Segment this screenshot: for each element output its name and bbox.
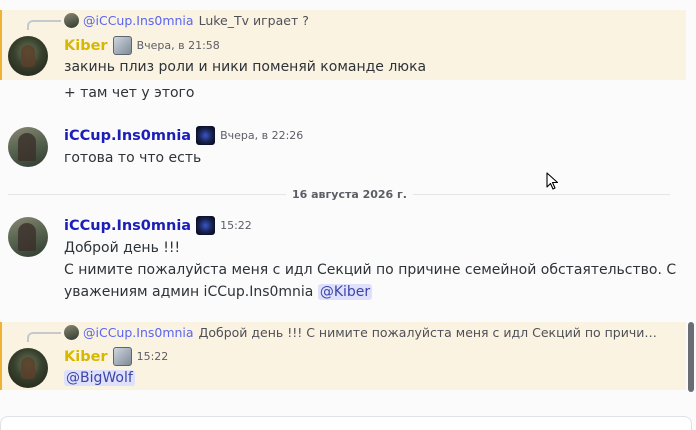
reply-preview[interactable]: @iCCup.Ins0mnia Доброй день !!! С нимите… <box>64 325 664 340</box>
message-header: iCCup.Ins0mnia Вчера, в 22:26 <box>64 126 303 145</box>
avatar-iccup[interactable] <box>8 217 48 257</box>
role-badge-icon <box>112 347 132 366</box>
reply-author-avatar <box>64 325 79 340</box>
reply-connector <box>27 332 61 342</box>
message-text-line-2: С нимите пожалуйста меня с идл Секций по… <box>64 262 677 278</box>
message-header: iCCup.Ins0mnia 15:22 <box>64 216 252 235</box>
scrollbar-thumb[interactable] <box>688 322 694 392</box>
message-iccup-1[interactable]: iCCup.Ins0mnia Вчера, в 22:26 готова то … <box>0 120 686 172</box>
mention-bigwolf[interactable]: @BigWolf <box>64 370 135 386</box>
author-name[interactable]: Kiber <box>64 38 108 54</box>
message-composer[interactable] <box>0 416 692 430</box>
reply-preview[interactable]: @iCCup.Ins0mnia Luke_Tv играет ? <box>64 13 309 28</box>
reply-author-avatar <box>64 13 79 28</box>
message-text-line-3: уважениям админ iCCup.Ins0mnia @Kiber <box>64 281 373 303</box>
avatar-kiber[interactable] <box>8 36 48 76</box>
message-text-line-1: Доброй день !!! <box>64 240 181 256</box>
role-badge-icon <box>196 126 216 145</box>
timestamp: 15:22 <box>220 219 252 232</box>
chat-messages: @iCCup.Ins0mnia Luke_Tv играет ? Kiber В… <box>0 0 686 430</box>
message-kiber-2[interactable]: @iCCup.Ins0mnia Доброй день !!! С нимите… <box>0 322 686 390</box>
role-badge-icon <box>196 216 216 235</box>
message-text-continuation: + там чет у этого <box>64 85 195 101</box>
message-header: Kiber Вчера, в 21:58 <box>64 36 220 55</box>
reply-text: Luke_Tv играет ? <box>198 13 309 28</box>
message-iccup-2[interactable]: iCCup.Ins0mnia 15:22 Доброй день !!! С н… <box>0 210 686 306</box>
avatar-kiber[interactable] <box>8 348 48 388</box>
timestamp: Вчера, в 22:26 <box>220 129 304 142</box>
message-text-line-3-content: уважениям админ iCCup.Ins0mnia <box>64 284 314 300</box>
message-text: закинь плиз роли и ники поменяй команде … <box>64 59 427 75</box>
author-name[interactable]: iCCup.Ins0mnia <box>64 128 191 144</box>
reply-connector <box>27 20 61 30</box>
mouse-pointer-icon <box>546 172 559 190</box>
role-badge-icon <box>112 36 132 55</box>
message-text: @BigWolf <box>64 367 135 389</box>
scrollbar[interactable] <box>686 0 696 430</box>
author-name[interactable]: Kiber <box>64 349 108 365</box>
timestamp: Вчера, в 21:58 <box>136 39 220 52</box>
timestamp: 15:22 <box>136 350 169 363</box>
reply-author[interactable]: @iCCup.Ins0mnia <box>83 13 194 28</box>
message-text: готова то что есть <box>64 150 202 166</box>
mention-kiber[interactable]: @Kiber <box>317 284 373 300</box>
author-name[interactable]: iCCup.Ins0mnia <box>64 218 191 234</box>
reply-text: Доброй день !!! С нимите пожалуйста меня… <box>198 325 661 340</box>
reply-author[interactable]: @iCCup.Ins0mnia <box>83 325 194 340</box>
message-kiber-1[interactable]: @iCCup.Ins0mnia Luke_Tv играет ? Kiber В… <box>0 10 686 80</box>
date-divider-label: 16 августа 2026 г. <box>286 188 413 201</box>
message-header: Kiber 15:22 <box>64 347 168 366</box>
avatar-iccup[interactable] <box>8 127 48 167</box>
